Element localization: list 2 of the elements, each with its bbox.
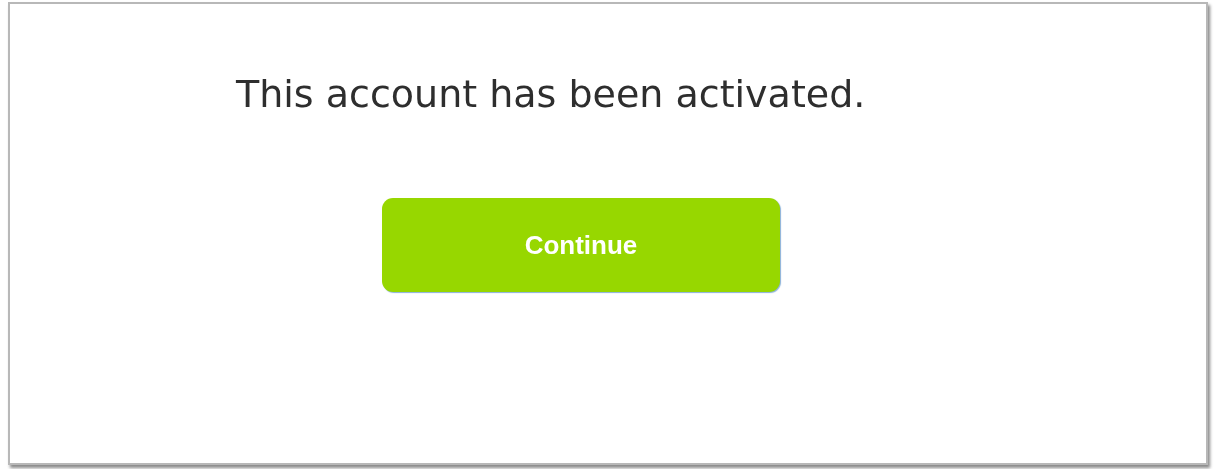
continue-button[interactable]: Continue (382, 198, 780, 292)
activation-message: This account has been activated. (236, 71, 866, 118)
